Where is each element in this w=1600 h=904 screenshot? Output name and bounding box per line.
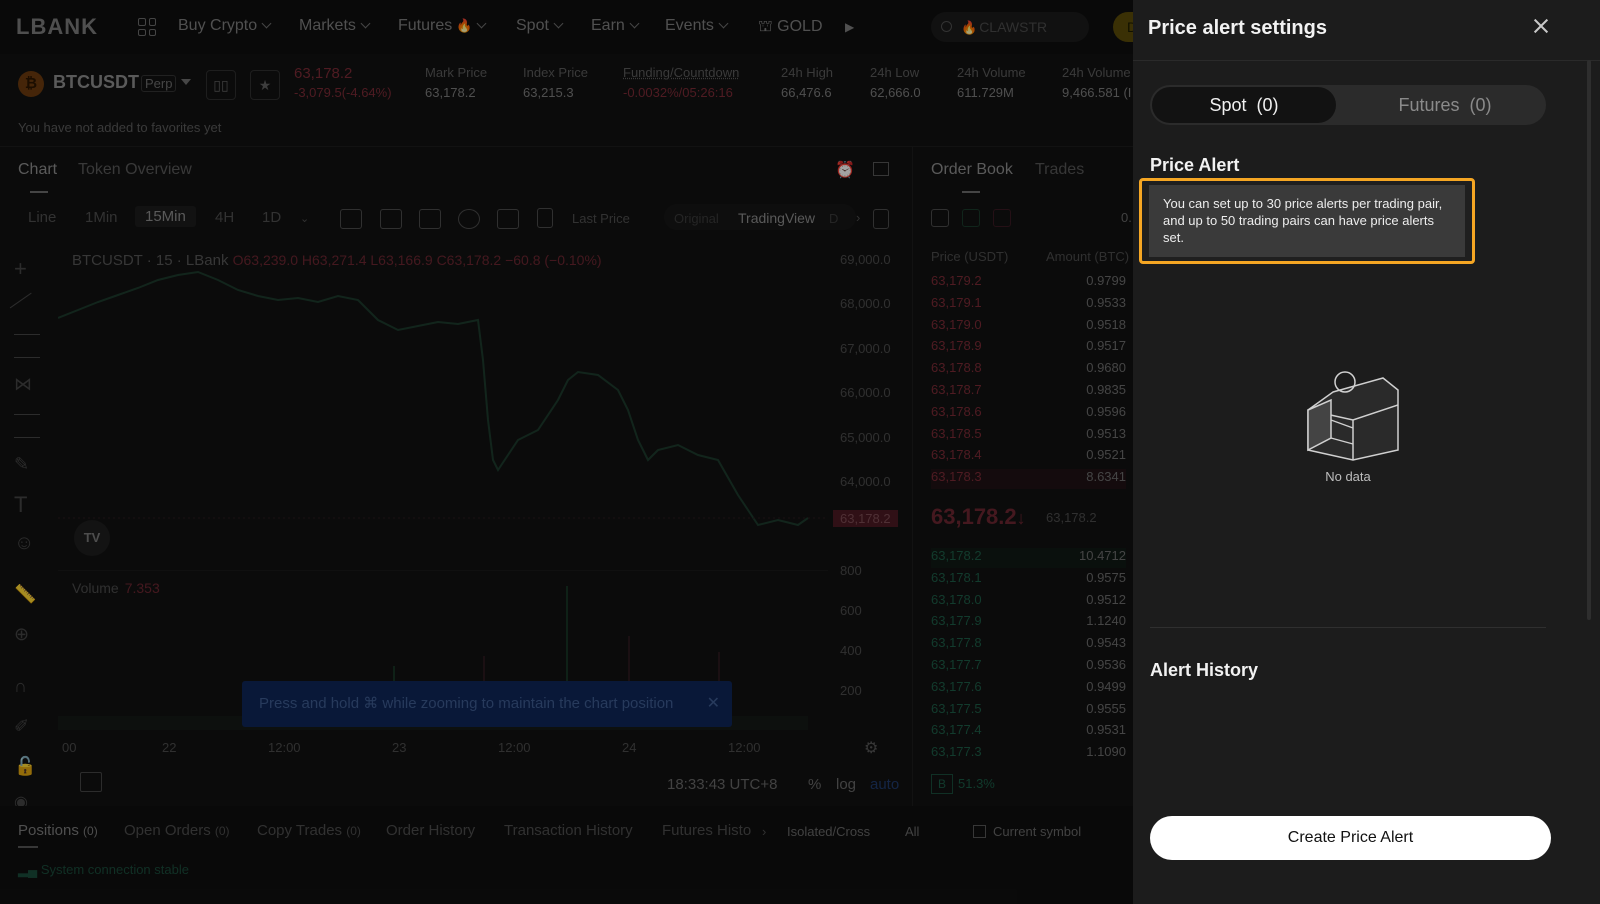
alert-history-heading: Alert History: [1150, 660, 1259, 680]
divider: [1133, 60, 1600, 61]
modal-backdrop[interactable]: [0, 0, 1133, 904]
price-alert-panel: Price alert settings Spot (0) Futures (0…: [1133, 0, 1600, 904]
panel-title: Price alert settings: [1148, 17, 1327, 39]
close-icon[interactable]: [1533, 18, 1549, 34]
tooltip-text: You can set up to 30 price alerts per tr…: [1149, 185, 1465, 257]
divider: [1150, 627, 1546, 628]
price-alert-tooltip: You can set up to 30 price alerts per tr…: [1139, 178, 1475, 264]
create-price-alert-button[interactable]: Create Price Alert: [1150, 816, 1551, 860]
price-alert-heading: Price Alert: [1150, 155, 1240, 175]
no-data-label: No data: [1325, 469, 1371, 484]
tab-futures[interactable]: Futures (0): [1350, 87, 1540, 123]
market-type-toggle: Spot (0) Futures (0): [1150, 85, 1546, 125]
panel-scrollbar[interactable]: [1587, 60, 1591, 620]
tab-spot[interactable]: Spot (0): [1152, 87, 1336, 123]
